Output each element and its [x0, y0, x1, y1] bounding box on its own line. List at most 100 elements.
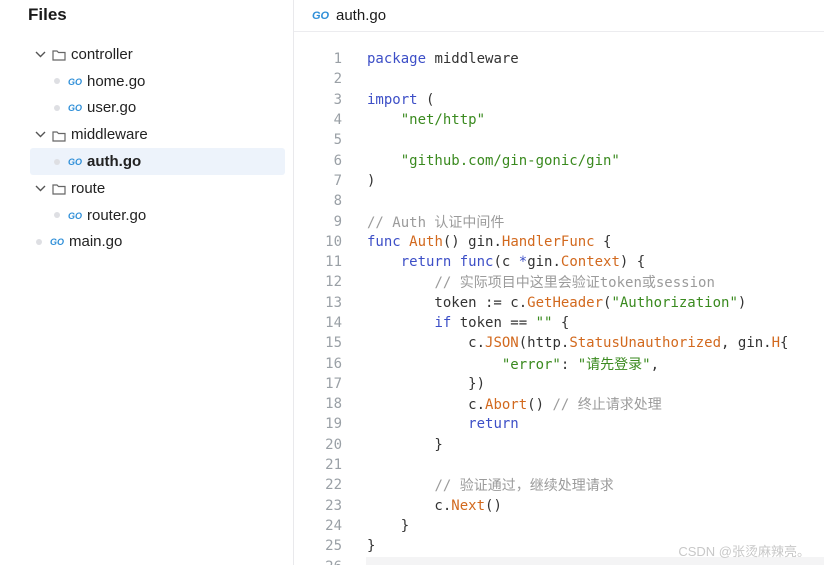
chevron-down-icon[interactable] — [34, 48, 46, 60]
tree-file[interactable]: GO main.go — [0, 229, 294, 256]
code-line[interactable]: 2 — [294, 69, 824, 89]
code-line[interactable]: 3 import ( — [294, 90, 824, 110]
code-text: package middleware — [367, 51, 519, 67]
go-file-icon: GO — [50, 233, 64, 250]
code-text: ) — [367, 173, 375, 189]
tree-bullet — [54, 104, 60, 111]
code-line[interactable]: 1 package middleware — [294, 49, 824, 69]
code-line[interactable]: 7) — [294, 171, 824, 191]
code-token: ) — [367, 172, 376, 189]
chevron-down-icon[interactable] — [34, 182, 46, 194]
svg-text:GO: GO — [68, 157, 82, 166]
tree-file[interactable]: GO home.go — [0, 68, 294, 95]
code-line[interactable]: 5 — [294, 130, 824, 150]
code-token: // 验证通过，继续处理请求 — [434, 478, 614, 495]
code-token: JSON — [485, 335, 519, 352]
tree-bullet — [54, 212, 60, 219]
code-token: "" — [535, 315, 553, 331]
tree-item-label: user.go — [87, 99, 137, 117]
code-token: // 实际项目中这里会验证token或session — [434, 275, 715, 292]
tree-item-label: route — [71, 179, 106, 197]
code-line[interactable]: 15 c.JSON(http.StatusUnauthorized, gin.H… — [294, 333, 824, 353]
code-line[interactable]: 22 // 验证通过，继续处理请求 — [294, 475, 824, 495]
code-line[interactable]: 6 "github.com/gin-gonic/gin" — [294, 150, 824, 170]
line-number: 23 — [325, 497, 342, 514]
code-editor: GO auth.go 1 package middleware 2 3 import (… — [294, 0, 824, 565]
tree-file[interactable]: GO auth.go — [30, 148, 285, 175]
line-number: 26 — [294, 559, 342, 565]
code-token: { — [552, 315, 570, 331]
line-number: 7 — [333, 172, 342, 189]
tree-bullet — [54, 78, 60, 85]
code-token: }) — [367, 375, 486, 392]
code-token: token == — [451, 315, 536, 331]
tree-file[interactable]: GO router.go — [0, 202, 294, 229]
go-file-icon: GO — [68, 99, 82, 116]
code-text: } — [367, 538, 375, 554]
svg-text:GO: GO — [68, 103, 82, 112]
code-text: }) — [367, 376, 485, 392]
tab-title: auth.go — [336, 7, 387, 24]
chevron-down-icon[interactable] — [34, 129, 46, 141]
tree-folder[interactable]: controller — [0, 41, 294, 68]
code-line[interactable]: 20 } — [294, 435, 824, 455]
code-line[interactable]: 18 c.Abort() // 终止请求处理 — [294, 394, 824, 414]
svg-text:GO: GO — [68, 77, 82, 86]
code-token: () — [527, 397, 553, 414]
code-line[interactable]: 21 — [294, 455, 824, 475]
code-area[interactable]: 1 package middleware 2 3 import (4 "net/http… — [294, 49, 824, 565]
line-number: 6 — [333, 152, 342, 169]
code-line[interactable]: 10 func Auth() gin.HandlerFunc { — [294, 232, 824, 252]
line-number: 24 — [325, 517, 342, 534]
code-token: } — [367, 538, 376, 555]
tree-item-label: home.go — [87, 72, 146, 90]
code-text: token := c.GetHeader("Authorization") — [367, 295, 746, 311]
line-number: 5 — [333, 132, 342, 149]
code-text: "error": "请先登录", — [367, 354, 659, 374]
code-token: c. — [367, 497, 452, 514]
line-number: 4 — [333, 112, 342, 129]
code-line[interactable]: 19 return — [294, 414, 824, 434]
code-line[interactable]: 23 c.Next() — [294, 496, 824, 516]
code-line[interactable]: 14 if token == "" { — [294, 313, 824, 333]
tree-file[interactable]: GO user.go — [0, 95, 294, 122]
line-number: 2 — [333, 71, 342, 88]
code-token: "github.com/gin-gonic/gin" — [400, 152, 620, 169]
code-line[interactable]: 16 "error": "请先登录", — [294, 353, 824, 373]
editor-tab[interactable]: GO auth.go — [294, 0, 824, 32]
code-text: // Auth 认证中间件 — [367, 212, 504, 232]
tree-folder[interactable]: middleware — [0, 121, 294, 148]
code-token: "error" — [501, 356, 561, 373]
code-line[interactable]: 4 "net/http" — [294, 110, 824, 130]
code-token: HandlerFunc — [501, 233, 595, 250]
code-token: return — [400, 254, 452, 271]
code-token: c. — [367, 335, 486, 352]
file-tree: controller GO home.go GO user.go middleware GO… — [0, 41, 294, 255]
code-line[interactable]: 8 — [294, 191, 824, 211]
code-token: return — [468, 416, 519, 433]
tree-item-label: router.go — [87, 206, 147, 224]
code-line[interactable]: 12 // 实际项目中这里会验证token或session — [294, 272, 824, 292]
code-token: * — [518, 254, 528, 271]
tree-item-label: controller — [71, 45, 133, 63]
code-token: func — [367, 233, 401, 250]
code-line[interactable]: 11 return func(c *gin.Context) { — [294, 252, 824, 272]
go-file-icon: GO — [68, 153, 82, 170]
code-text: if token == "" { — [367, 315, 569, 331]
code-token: "Authorization" — [611, 294, 738, 311]
code-token: StatusUnauthorized — [569, 335, 722, 352]
line-number: 18 — [325, 396, 342, 413]
tree-folder[interactable]: route — [0, 175, 294, 202]
code-line[interactable]: 9 // Auth 认证中间件 — [294, 211, 824, 231]
code-line[interactable]: 24 } — [294, 516, 824, 536]
tree-item-label: main.go — [69, 233, 123, 251]
code-line[interactable]: 17 }) — [294, 374, 824, 394]
code-line[interactable]: 13 token := c.GetHeader("Authorization") — [294, 293, 824, 313]
go-file-icon: GO — [68, 73, 82, 90]
